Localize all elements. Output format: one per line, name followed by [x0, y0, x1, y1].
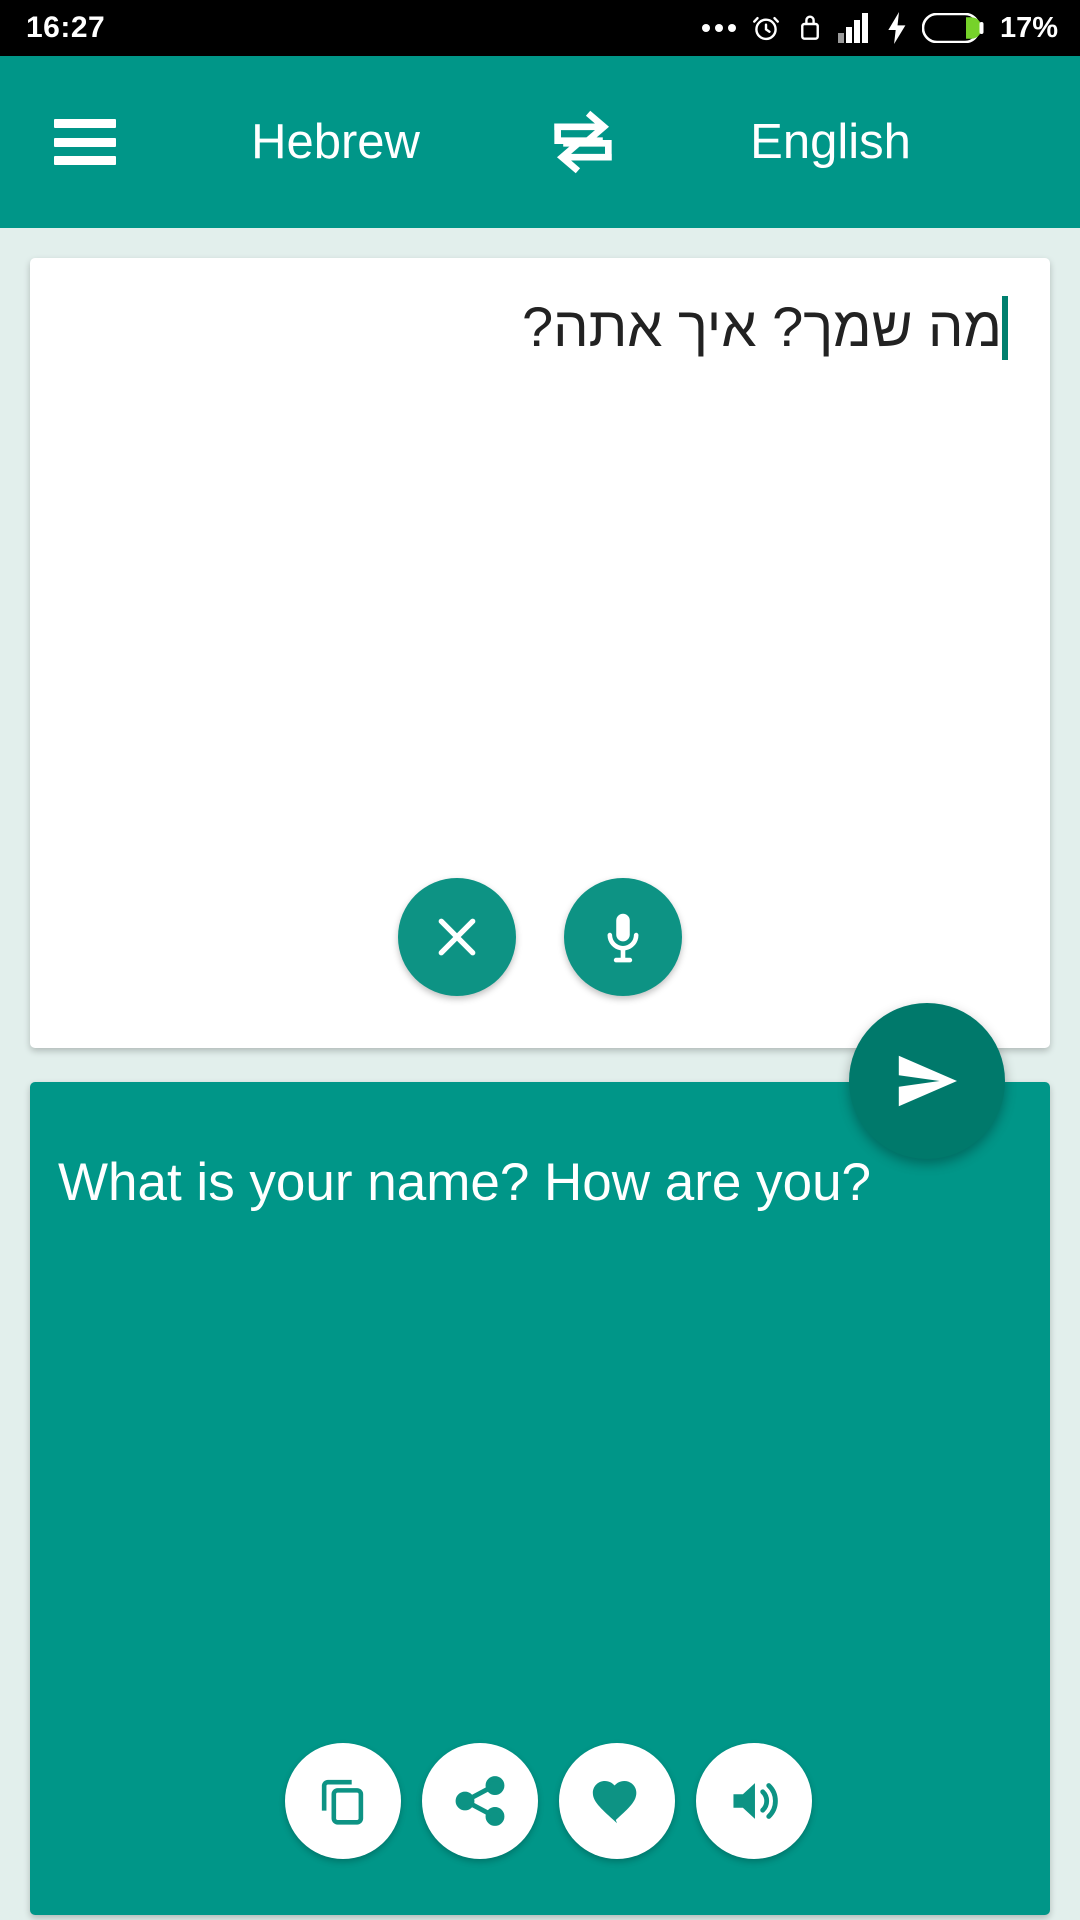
result-card-actions: [30, 1743, 1050, 1859]
swap-languages-icon[interactable]: [535, 94, 631, 190]
hamburger-menu-icon[interactable]: [54, 119, 116, 165]
source-text-value: מה שמך? איך אתה?: [521, 295, 1002, 358]
send-translate-button[interactable]: [849, 1003, 1005, 1159]
battery-icon: [921, 13, 984, 43]
translation-result-text: What is your name? How are you?: [58, 1153, 872, 1212]
app-bar: Hebrew English: [0, 56, 1080, 228]
source-text-input[interactable]: מה שמך? איך אתה?: [90, 292, 1008, 362]
charging-bolt-icon: [886, 12, 908, 44]
battery-percent-label: 17%: [999, 11, 1058, 44]
source-language-button[interactable]: Hebrew: [136, 114, 535, 170]
translator-app-screen: 16:27 17% Hebrew English מה שמך? איך אתה…: [0, 0, 1080, 1920]
source-text-card: מה שמך? איך אתה?: [30, 258, 1050, 1048]
more-dots-icon: [701, 24, 736, 32]
clear-button[interactable]: [398, 878, 516, 996]
mic-button[interactable]: [564, 878, 682, 996]
status-bar-clock: 16:27: [26, 11, 106, 44]
source-card-actions: [30, 878, 1050, 996]
target-language-button[interactable]: English: [631, 114, 1030, 170]
copy-button[interactable]: [284, 1743, 401, 1859]
text-caret: [1002, 296, 1008, 360]
favorite-button[interactable]: [558, 1743, 675, 1859]
share-button[interactable]: [421, 1743, 538, 1859]
system-status-bar: 16:27 17%: [0, 0, 1080, 56]
status-bar-icons: 17%: [701, 11, 1058, 45]
translation-result-card: What is your name? How are you?: [30, 1082, 1050, 1915]
signal-bars-icon: [837, 13, 872, 43]
speak-button[interactable]: [695, 1743, 812, 1859]
usb-lock-icon: [796, 12, 824, 44]
alarm-clock-icon: [750, 12, 782, 44]
